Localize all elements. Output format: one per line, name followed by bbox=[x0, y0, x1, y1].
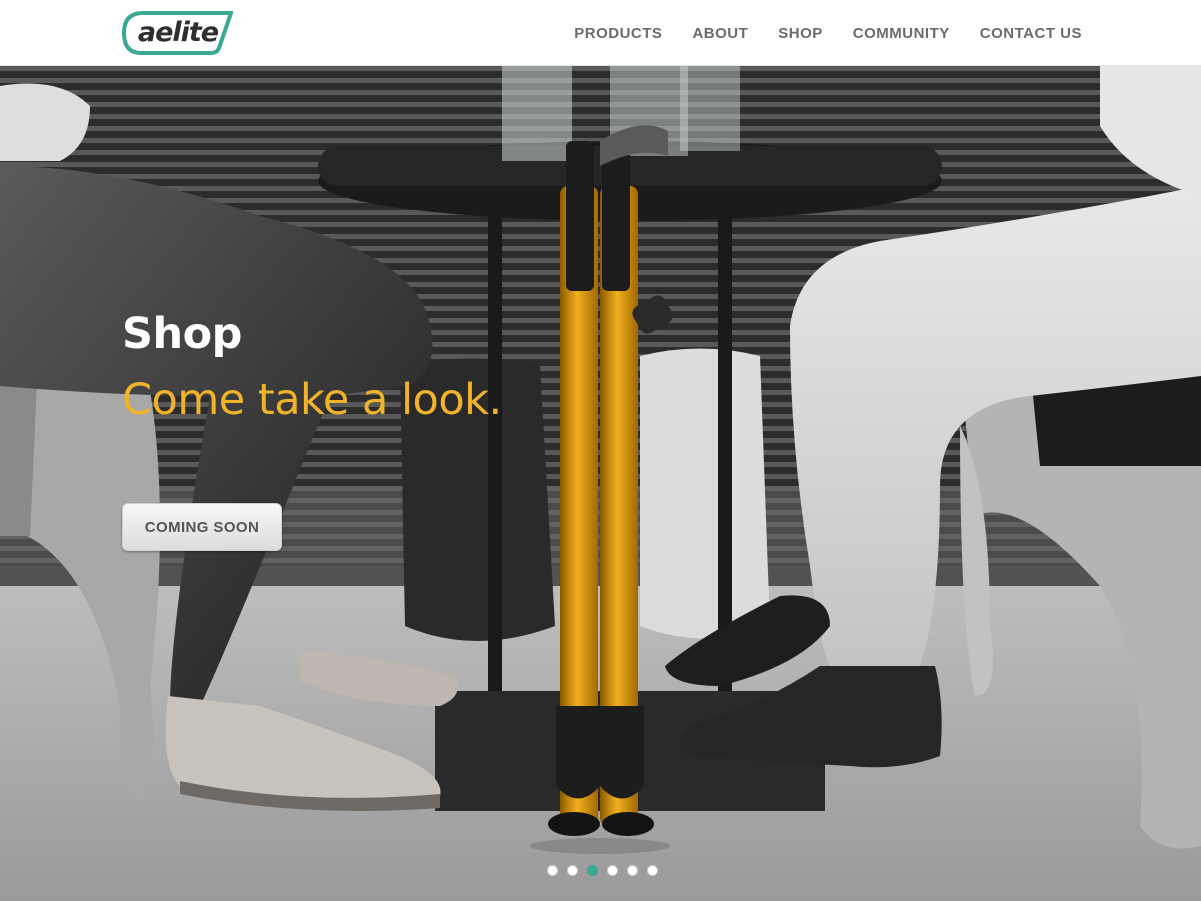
hero-tagline: Come take a look. bbox=[122, 375, 502, 425]
hero-photo bbox=[0, 66, 1201, 901]
main-nav: PRODUCTS ABOUT SHOP COMMUNITY CONTACT US bbox=[574, 0, 1082, 66]
slider-dot-5[interactable] bbox=[627, 865, 638, 876]
slider-dot-2[interactable] bbox=[567, 865, 578, 876]
site-header: aelite PRODUCTS ABOUT SHOP COMMUNITY CON… bbox=[0, 0, 1201, 66]
nav-item-about[interactable]: ABOUT bbox=[692, 25, 748, 42]
nav-item-products[interactable]: PRODUCTS bbox=[574, 25, 662, 42]
slider-dot-6[interactable] bbox=[647, 865, 658, 876]
logo-text: aelite bbox=[137, 16, 219, 48]
slider-dot-3-active[interactable] bbox=[587, 865, 598, 876]
slider-dot-4[interactable] bbox=[607, 865, 618, 876]
slider-dot-1[interactable] bbox=[547, 865, 558, 876]
aelite-logo[interactable]: aelite bbox=[121, 10, 233, 56]
coming-soon-button[interactable]: COMING SOON bbox=[122, 503, 282, 551]
nav-item-community[interactable]: COMMUNITY bbox=[853, 25, 950, 42]
nav-item-contact-us[interactable]: CONTACT US bbox=[980, 25, 1082, 42]
hero-headline: Shop bbox=[122, 309, 242, 359]
slider-pagination bbox=[547, 865, 658, 876]
nav-item-shop[interactable]: SHOP bbox=[778, 25, 823, 42]
hero-slider: Shop Come take a look. COMING SOON bbox=[0, 66, 1201, 901]
